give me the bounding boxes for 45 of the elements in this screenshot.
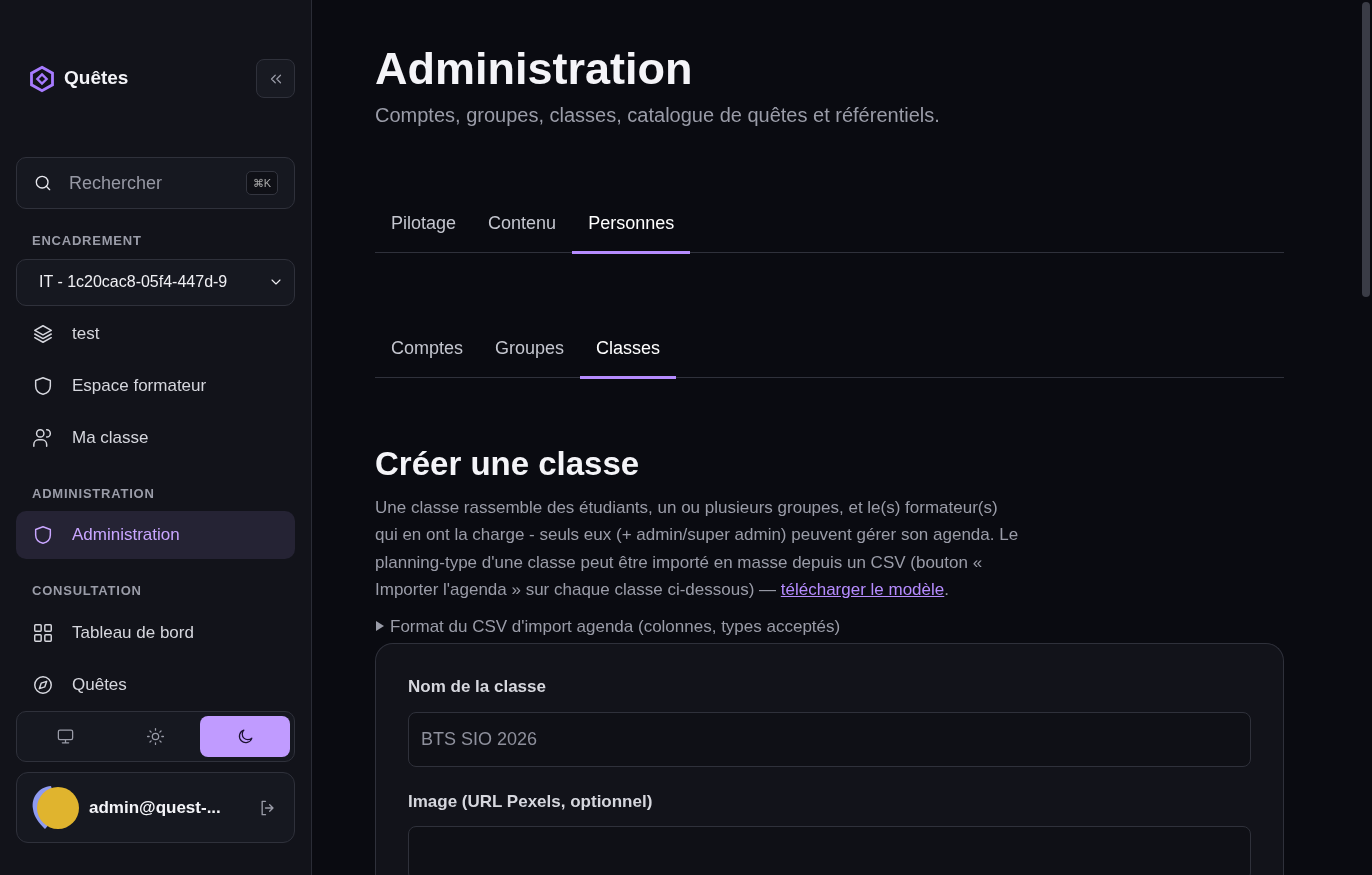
nav-item[interactable]: Ma classe (16, 413, 295, 462)
tab[interactable]: Comptes (375, 325, 480, 379)
users-icon (32, 426, 54, 449)
section-label: ADMINISTRATION (31, 484, 156, 503)
description: Une classe rassemble des étudiants, un ou plusieurs groupes, et le(s) formateur(s) qui en ont la charge - seuls eux (+ admin/super admin) peuvent gérer son agenda. Le planning-type d'une classe peut être importé en masse depuis un CSV (bouton « Importer l'agenda » sur chaque classe ci-dessous) — télécharger le modèle. (375, 496, 1020, 602)
shield-icon (32, 374, 54, 397)
user-email: admin@quest-... (89, 796, 222, 819)
tab[interactable]: Groupes (479, 325, 581, 379)
triangle-icon (375, 621, 385, 632)
theme-button[interactable] (200, 716, 290, 757)
input-field[interactable] (408, 826, 1251, 875)
field-label: Nom de la classe (408, 676, 547, 699)
scrollbar-thumb[interactable] (1362, 2, 1370, 297)
section-label: ENCADREMENT (31, 232, 143, 250)
field-label: Image (URL Pexels, optionnel) (408, 790, 654, 813)
shortcut-hint: ⌘K (245, 170, 278, 196)
details-toggle[interactable]: Format du CSV d'import agenda (colonnes, types acceptés) (375, 613, 1284, 640)
search-icon (33, 173, 53, 193)
input-field[interactable]: BTS SIO 2026 (408, 711, 1251, 767)
nav-item[interactable]: Administration (16, 511, 295, 559)
nav-item[interactable]: Espace formateur (16, 361, 295, 410)
tab[interactable]: Personnes (572, 200, 691, 254)
page-subtitle: Comptes, groupes, classes, catalogue de quêtes et référentiels. (375, 103, 941, 128)
nav-item[interactable]: Tableau de bord (16, 608, 295, 657)
search-field[interactable]: Rechercher (67, 168, 232, 198)
template-link[interactable]: télécharger le modèle (780, 580, 945, 600)
page-title: Administration (375, 42, 694, 96)
class-select[interactable]: IT - 1c20cac8-05f4-447d-9 (16, 258, 295, 306)
nav-item[interactable]: Quêtes (16, 660, 295, 705)
shield-icon (32, 524, 54, 546)
nav-item[interactable]: test (16, 309, 295, 358)
collapse-button[interactable] (256, 59, 295, 98)
section-title: Créer une classe (375, 444, 641, 484)
compass-icon (32, 673, 54, 696)
tab[interactable]: Pilotage (375, 200, 473, 254)
section-label: CONSULTATION (31, 582, 143, 600)
brand-name: Quêtes (64, 66, 129, 91)
monitor-icon (56, 727, 76, 746)
tab[interactable]: Classes (580, 325, 677, 379)
sun-icon (146, 727, 165, 746)
search-bar[interactable]: Rechercher ⌘K (16, 157, 295, 209)
tab[interactable]: Contenu (472, 200, 573, 254)
layers-icon (32, 322, 54, 345)
logo-icon (28, 64, 56, 93)
grid-icon (32, 621, 54, 644)
